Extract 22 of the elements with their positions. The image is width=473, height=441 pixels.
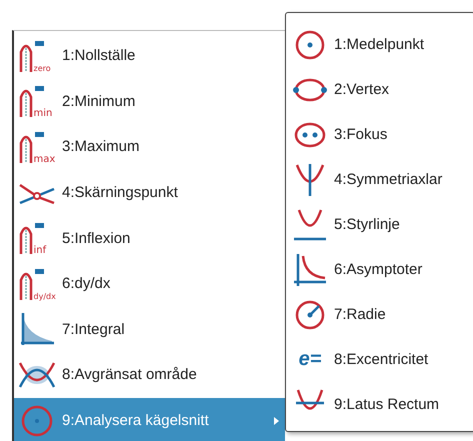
menu-item[interactable]: 7:Radie xyxy=(286,292,473,337)
parabola-directrix-icon xyxy=(292,206,328,242)
menu-item[interactable]: inf 5:Inflexion xyxy=(14,215,285,261)
area-under-curve-icon xyxy=(18,311,56,348)
menu-item[interactable]: dy/dx 6:dy/dx xyxy=(14,260,285,307)
menu-item[interactable]: min 2:Minimum xyxy=(14,78,285,124)
menu-item[interactable]: e= 8:Excentricitet xyxy=(286,337,473,382)
eccentricity-icon: e= xyxy=(292,348,328,371)
menu-item[interactable]: 5:Styrlinje xyxy=(286,202,473,247)
menu-item[interactable]: max 3:Maximum xyxy=(14,124,285,170)
menu-item[interactable]: 9:Latus Rectum xyxy=(286,382,473,427)
menu-item[interactable]: 2:Vertex xyxy=(286,67,473,112)
menu-item[interactable]: 4:Symmetriaxlar xyxy=(286,157,473,202)
menu-item[interactable]: 9:Analysera kägelsnitt xyxy=(14,398,285,441)
menu-item[interactable]: 3:Fokus xyxy=(286,112,473,157)
hyperbola-asymptote-icon xyxy=(292,252,328,288)
menu-item[interactable]: 1:Medelpunkt xyxy=(286,22,473,67)
menu-item[interactable]: 6:Asymptoter xyxy=(286,247,473,292)
menu-item[interactable]: zero 1:Nollställe xyxy=(14,33,285,79)
menu-item[interactable]: 8:Avgränsat område xyxy=(14,352,285,398)
menu-item[interactable]: 7:Integral xyxy=(14,306,285,352)
menu-item[interactable]: 4:Skärningspunkt xyxy=(14,170,285,216)
